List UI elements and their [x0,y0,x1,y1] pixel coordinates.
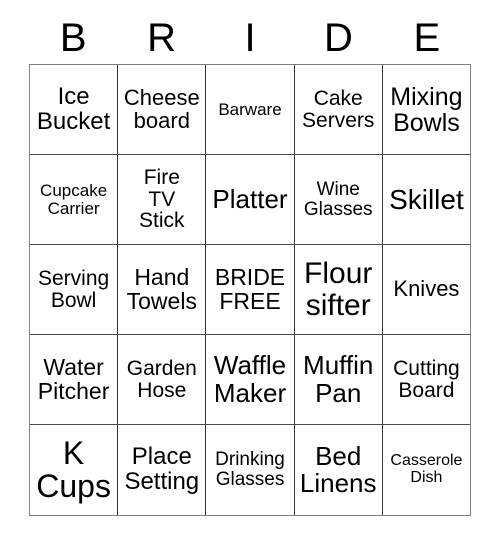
bingo-cell-label: Knives [393,276,460,302]
bingo-cell[interactable]: K Cups [30,425,119,515]
header-letter-b: B [29,12,117,64]
bingo-cell[interactable]: Waffle Maker [206,335,295,424]
bingo-cell[interactable]: Cupcake Carrier [30,155,119,244]
bingo-cell[interactable]: Cutting Board [382,335,471,424]
header-letter-d: D [294,12,382,64]
bingo-cell[interactable]: Bed Linens [294,425,383,515]
bingo-cell[interactable]: Cake Servers [294,65,383,154]
bingo-grid: Ice Bucket Cheese board Barware Cake Ser… [29,64,471,516]
header-letter-e-text: E [413,16,441,60]
bingo-cell-label: Cake Servers [302,86,375,132]
bingo-row: Ice Bucket Cheese board Barware Cake Ser… [30,65,471,155]
bingo-row: Water Pitcher Garden Hose Waffle Maker M… [30,335,471,425]
bingo-cell-label: Platter [212,183,288,214]
bingo-cell-label: Ice Bucket [36,82,111,135]
bingo-cell[interactable]: Casserole Dish [382,425,471,515]
bingo-cell[interactable]: Skillet [382,155,471,244]
bingo-cell-label: Serving Bowl [38,266,110,312]
bingo-cell[interactable]: Flour sifter [294,245,383,334]
bingo-cell-free-space[interactable]: BRIDE FREE [206,245,295,334]
bingo-cell-label: BRIDE FREE [214,263,286,314]
bingo-row: K Cups Place Setting Drinking Glasses Be… [30,425,471,515]
bingo-cell[interactable]: Hand Towels [118,245,207,334]
header-letter-i: I [206,12,294,64]
bingo-cell-label: Barware [218,99,282,119]
header-letter-r: R [117,12,205,64]
bingo-cell-label: Muffin Pan [303,350,374,408]
header-letter-e: E [383,12,471,64]
bingo-cell-label: Fire TV Stick [139,165,185,233]
bingo-cell[interactable]: Water Pitcher [30,335,119,424]
bingo-cell[interactable]: Place Setting [118,425,207,515]
bingo-cell[interactable]: Ice Bucket [30,65,119,154]
bingo-cell-label: Cheese board [123,84,200,133]
bingo-cell[interactable]: Drinking Glasses [206,425,295,515]
bingo-cell[interactable]: Muffin Pan [294,335,383,424]
bingo-cell[interactable]: Serving Bowl [30,245,119,334]
bingo-row: Cupcake Carrier Fire TV Stick Platter Wi… [30,155,471,245]
bingo-cell[interactable]: Fire TV Stick [118,155,207,244]
bingo-cell-label: Wine Glasses [303,178,373,220]
bingo-cell[interactable]: Platter [206,155,295,244]
bingo-cell-label: Mixing Bowls [390,82,463,137]
bingo-cell-label: Bed Linens [299,440,377,498]
bingo-cell[interactable]: Garden Hose [118,335,207,424]
bingo-cell-label: Drinking Glasses [215,449,285,490]
header-letter-i-text: I [244,16,256,60]
bingo-cell-label: Cutting Board [393,356,460,402]
bingo-cell-label: Place Setting [124,443,200,495]
bingo-cell[interactable]: Barware [206,65,295,154]
header-letter-r-text: R [147,16,177,60]
bingo-row: Serving Bowl Hand Towels BRIDE FREE Flou… [30,245,471,335]
bingo-cell-label: K Cups [36,434,111,504]
bingo-cell[interactable]: Knives [382,245,471,334]
bingo-cell-label: Water Pitcher [37,353,110,404]
bingo-cell-label: Casserole Dish [390,452,463,486]
bingo-cell-label: Cupcake Carrier [40,180,108,218]
bingo-card: B R I D E Ice Bucket Cheese board Barwar… [29,12,471,516]
bingo-cell[interactable]: Mixing Bowls [382,65,471,154]
bingo-cell-label: Skillet [389,183,464,215]
bingo-cell-label: Garden Hose [126,356,197,402]
bingo-cell-label: Hand Towels [126,263,197,314]
bingo-cell[interactable]: Cheese board [118,65,207,154]
header-letter-d-text: D [323,16,353,60]
bingo-cell-label: Flour sifter [304,257,373,322]
bingo-cell-label: Waffle Maker [213,350,287,408]
header-letter-b-text: B [59,16,87,60]
bingo-header-row: B R I D E [29,12,471,64]
bingo-cell[interactable]: Wine Glasses [294,155,383,244]
